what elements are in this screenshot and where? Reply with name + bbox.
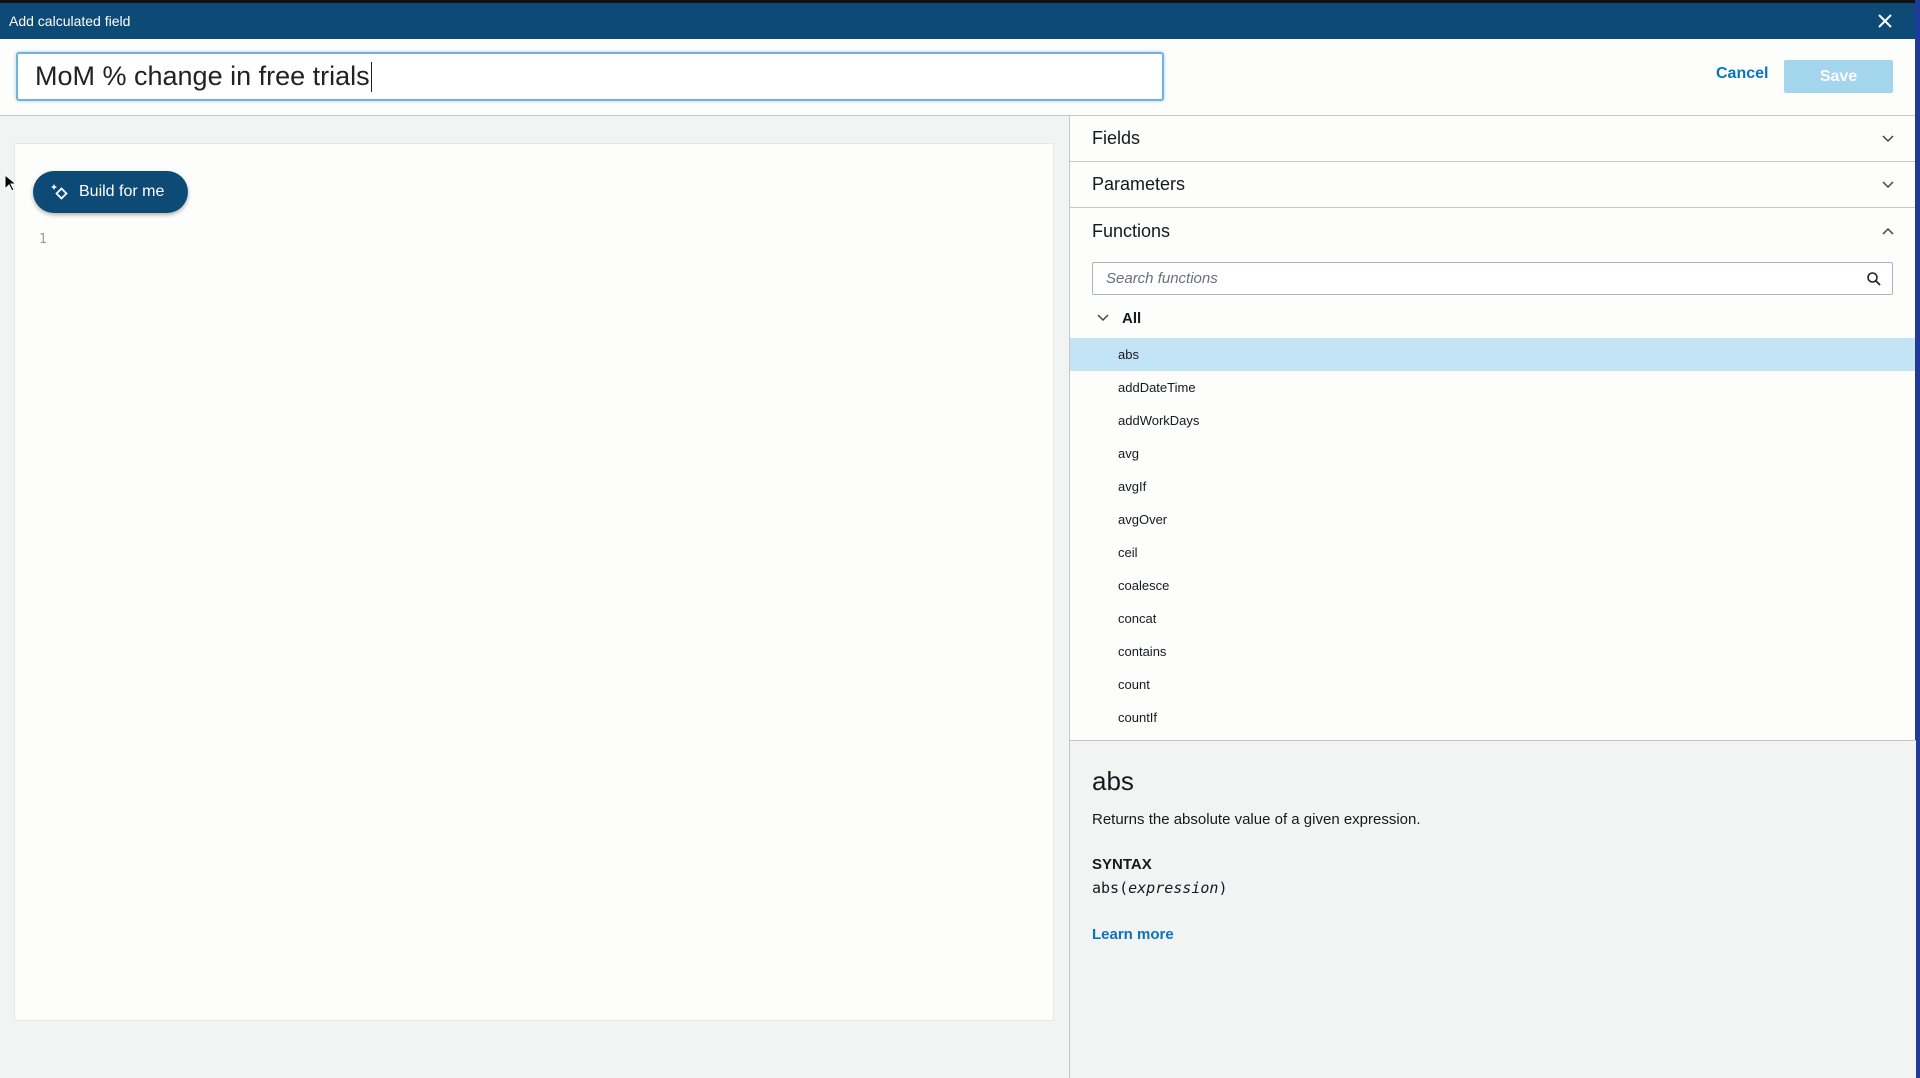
function-item[interactable]: avg (1070, 437, 1915, 470)
sparkle-icon (51, 184, 68, 200)
syntax-close: ) (1218, 879, 1228, 897)
mouse-pointer-icon (4, 174, 16, 192)
function-description: abs Returns the absolute value of a give… (1070, 741, 1916, 1078)
build-for-me-label: Build for me (79, 183, 165, 200)
function-item[interactable]: abs (1070, 338, 1915, 371)
dialog-title: Add calculated field (9, 13, 131, 29)
function-item[interactable]: avgIf (1070, 470, 1915, 503)
search-functions-input[interactable]: Search functions (1092, 262, 1893, 295)
group-all-toggle[interactable]: All (1070, 298, 1915, 338)
function-list: abs addDateTime addWorkDays avg avgIf avgOver… (1070, 338, 1915, 734)
chevron-down-icon (1882, 180, 1894, 188)
syntax-arg: expression (1128, 879, 1219, 897)
dialog-header: MoM % change in free trials Cancel Save (0, 39, 1915, 116)
section-parameters[interactable]: Parameters (1070, 162, 1915, 208)
function-summary: Returns the absolute value of a given ex… (1092, 811, 1421, 828)
section-fields[interactable]: Fields (1070, 116, 1915, 162)
close-icon[interactable] (1873, 9, 1897, 33)
save-button[interactable]: Save (1784, 60, 1893, 93)
build-for-me-button[interactable]: Build for me (33, 171, 188, 213)
section-functions[interactable]: Functions (1070, 208, 1915, 254)
field-name-value: MoM % change in free trials (35, 61, 370, 91)
function-item[interactable]: addWorkDays (1070, 404, 1915, 437)
section-label: Functions (1092, 220, 1171, 241)
section-label: Parameters (1092, 174, 1186, 194)
text-caret (370, 61, 372, 92)
function-name: abs (1092, 766, 1134, 796)
side-panel: Fields Parameters Functions Search funct… (1069, 116, 1916, 1078)
function-item[interactable]: contains (1070, 635, 1915, 668)
function-item[interactable]: ceil (1070, 536, 1915, 569)
formula-editor[interactable]: Build for me 1 (14, 143, 1054, 1021)
chevron-down-icon (1097, 314, 1109, 322)
chevron-down-icon (1882, 134, 1894, 142)
search-placeholder: Search functions (1106, 270, 1218, 287)
function-item[interactable]: addDateTime (1070, 371, 1915, 404)
title-bar: Add calculated field (0, 3, 1915, 39)
learn-more-link[interactable]: Learn more (1092, 926, 1174, 943)
chevron-up-icon (1882, 227, 1894, 235)
function-item[interactable]: avgOver (1070, 503, 1915, 536)
function-item[interactable]: countIf (1070, 701, 1915, 734)
group-label: All (1122, 309, 1142, 327)
syntax-code: abs(expression) (1092, 879, 1894, 897)
function-item[interactable]: coalesce (1070, 569, 1915, 602)
syntax-heading: SYNTAX (1092, 856, 1152, 873)
field-name-input[interactable]: MoM % change in free trials (16, 52, 1164, 101)
syntax-fn: abs( (1092, 879, 1129, 897)
section-label: Fields (1092, 128, 1141, 148)
line-number: 1 (39, 232, 47, 247)
function-item[interactable]: concat (1070, 602, 1915, 635)
function-item[interactable]: count (1070, 668, 1915, 701)
search-icon (1867, 271, 1881, 286)
cancel-button[interactable]: Cancel (1716, 65, 1768, 83)
